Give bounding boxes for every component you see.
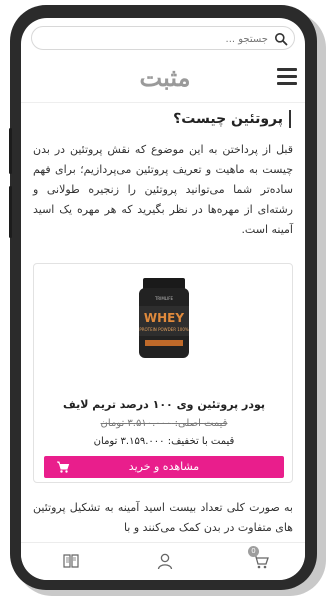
- search-icon[interactable]: [274, 32, 288, 46]
- site-header: مثبت: [21, 56, 305, 103]
- user-icon[interactable]: [155, 551, 175, 571]
- jar-sublabel: PROTEIN POWDER 100%: [139, 327, 189, 332]
- article-title: پروتئین چیست؟: [173, 110, 291, 128]
- hamburger-menu-icon[interactable]: [277, 68, 297, 86]
- cart-icon: [57, 461, 70, 473]
- product-name[interactable]: پودر پروتئین وی ۱۰۰ درصد تریم لایف: [34, 398, 294, 411]
- side-button: [9, 186, 12, 238]
- original-price: قیمت اصلی: ۳.۵۱۰.۰۰۰ تومان: [100, 418, 228, 429]
- view-and-buy-button[interactable]: مشاهده و خرید: [44, 456, 284, 478]
- product-image[interactable]: TRIMLIFE WHEY PROTEIN POWDER 100%: [133, 276, 195, 360]
- jar-brand: TRIMLIFE: [154, 296, 174, 301]
- phone-screen: مثبت پروتئین چیست؟ قبل از پرداختن به این…: [21, 18, 305, 580]
- buy-button-label: مشاهده و خرید: [128, 460, 200, 473]
- search-bar: [31, 26, 295, 50]
- logo-text: مثبت: [139, 62, 191, 92]
- jar-label: WHEY: [144, 311, 184, 325]
- side-button: [9, 128, 12, 174]
- product-card: TRIMLIFE WHEY PROTEIN POWDER 100% پودر پ…: [33, 263, 293, 483]
- article-paragraph: قبل از پرداختن به این موضوع که نقش پروتئ…: [33, 143, 293, 236]
- shopping-cart-button[interactable]: 0: [248, 546, 271, 571]
- book-icon[interactable]: [61, 551, 81, 571]
- search-input[interactable]: [46, 30, 270, 48]
- cart-count-badge: 0: [248, 546, 259, 557]
- article-paragraph: به صورت کلی تعداد بیست اسید آمینه به تشک…: [33, 501, 293, 534]
- site-logo[interactable]: مثبت: [123, 62, 207, 92]
- bottom-navigation: 0: [21, 542, 305, 580]
- discount-price: قیمت با تخفیف: ۳.۱۵۹.۰۰۰ تومان: [93, 436, 235, 447]
